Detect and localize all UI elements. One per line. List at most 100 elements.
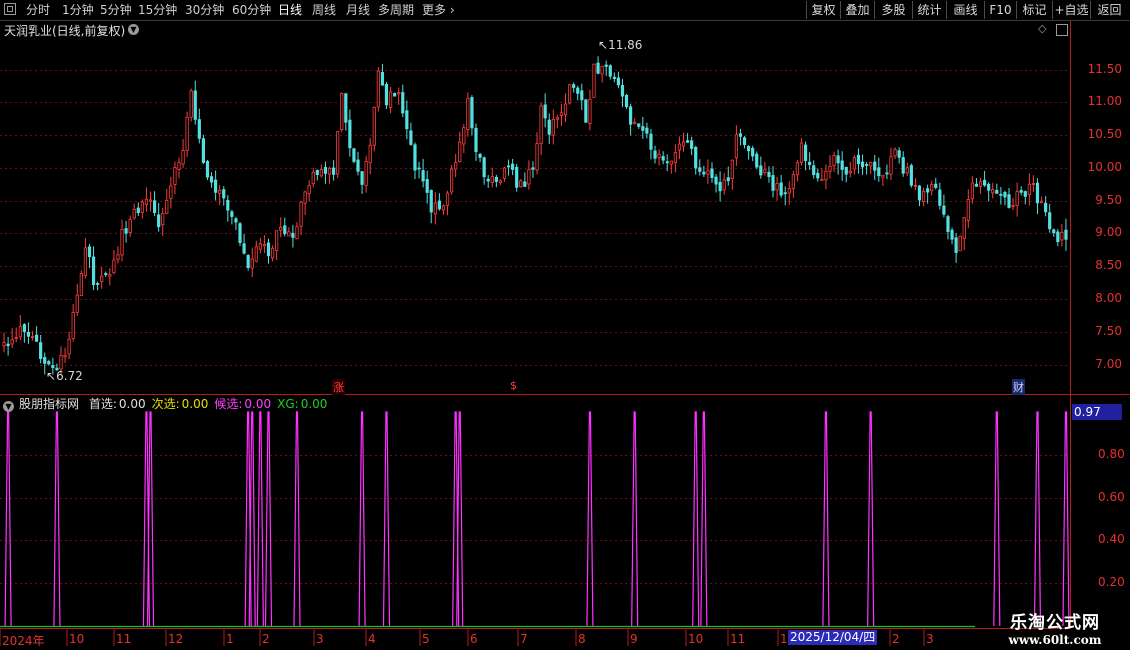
candle-body xyxy=(498,180,503,184)
candle-body xyxy=(112,259,116,274)
candle-body xyxy=(836,155,840,164)
candle-body xyxy=(775,183,779,191)
candle-body xyxy=(783,192,787,195)
indicator-axis-label: 0.40 xyxy=(1098,532,1125,547)
date-label: 2024年 xyxy=(2,634,45,648)
candle-body xyxy=(433,202,437,215)
candle-body xyxy=(734,134,739,159)
candle-body xyxy=(934,183,938,188)
candle-body xyxy=(629,106,633,125)
candle-body xyxy=(779,182,783,196)
date-label: 2 xyxy=(262,632,270,646)
candle-body xyxy=(100,275,104,282)
candle-body xyxy=(393,93,397,97)
candle-body xyxy=(218,189,222,194)
date-label: 11 xyxy=(730,632,746,646)
candle-body xyxy=(458,141,462,162)
candle-body xyxy=(970,182,974,200)
price-label: 9.00 xyxy=(1095,225,1122,240)
indicator-spike xyxy=(456,411,464,627)
candle-body xyxy=(364,161,368,186)
candle-body xyxy=(559,112,564,116)
indicator-item-label: 次选: xyxy=(151,397,180,411)
indicator-title: ▼ 股朋指标网 首选: 0.00 次选: 0.00 候选: 0.00 XG: 0.00 xyxy=(0,395,1070,412)
candle-body xyxy=(938,189,942,206)
chevron-down-icon[interactable]: ▼ xyxy=(3,401,14,412)
date-label: 1 xyxy=(226,632,234,646)
candle-body xyxy=(352,148,356,162)
candle-body xyxy=(250,258,254,269)
candle-body xyxy=(466,97,470,130)
price-label: 10.00 xyxy=(1087,159,1122,174)
candle-body xyxy=(954,237,958,253)
date-label: 9 xyxy=(630,632,638,646)
indicator-spike xyxy=(586,411,594,627)
candle-body xyxy=(637,123,641,127)
candle-body xyxy=(1031,183,1036,185)
candle-body xyxy=(926,188,930,193)
candle-body xyxy=(336,131,340,175)
candle-body xyxy=(368,144,372,164)
price-label: 9.50 xyxy=(1095,192,1122,207)
candle-body xyxy=(323,166,328,174)
date-label: 10 xyxy=(69,632,85,646)
candle-body xyxy=(51,365,55,369)
candle-body xyxy=(193,90,197,120)
candle-body xyxy=(311,171,315,185)
candle-body xyxy=(531,167,535,170)
candle-body xyxy=(388,91,393,108)
marker-cai[interactable]: 财 xyxy=(1012,379,1025,395)
date-label: 6 xyxy=(470,632,478,646)
candle-body xyxy=(124,228,128,234)
candle-body xyxy=(449,168,454,193)
low-label: 6.72 xyxy=(56,369,83,383)
candle-body xyxy=(283,225,287,235)
candle-body xyxy=(380,72,385,86)
candle-body xyxy=(824,170,828,181)
candle-body xyxy=(685,140,690,143)
candle-body xyxy=(608,65,612,77)
candle-body xyxy=(840,160,844,170)
candle-body xyxy=(917,185,922,201)
marker-zhang[interactable]: 涨 xyxy=(332,379,345,395)
indicator-spike xyxy=(264,411,273,627)
candle-body xyxy=(197,119,201,139)
candle-body xyxy=(763,169,767,173)
candle-body xyxy=(820,178,824,181)
candle-body xyxy=(120,229,124,256)
candle-body xyxy=(747,146,751,152)
candle-body xyxy=(490,175,494,184)
indicator-spike xyxy=(358,411,366,627)
candle-body xyxy=(152,200,157,214)
candle-body xyxy=(454,162,458,170)
date-label: 12 xyxy=(168,632,184,646)
indicator-spike xyxy=(146,411,155,627)
candle-body xyxy=(657,153,661,158)
candle-body xyxy=(1048,212,1052,230)
candle-body xyxy=(262,244,267,247)
candle-body xyxy=(808,161,812,166)
price-label: 11.50 xyxy=(1087,61,1122,76)
candle-body xyxy=(1060,232,1064,241)
candle-body xyxy=(852,157,856,170)
candle-body xyxy=(234,218,238,223)
candle-body xyxy=(303,191,307,204)
candle-body xyxy=(848,170,852,174)
candle-body xyxy=(71,312,75,339)
candle-body xyxy=(681,141,686,147)
candle-body xyxy=(649,133,653,150)
kline-chart[interactable] xyxy=(0,0,1130,650)
low-annotation: ↖6.72 xyxy=(46,369,83,383)
candle-body xyxy=(242,243,246,254)
marker-dollar[interactable]: $ xyxy=(510,379,517,392)
candle-body xyxy=(962,217,966,239)
candle-body xyxy=(474,127,478,153)
candle-body xyxy=(1052,229,1056,234)
candle-body xyxy=(1064,229,1068,240)
candle-body xyxy=(1003,191,1007,198)
candle-body xyxy=(946,216,950,232)
candle-body xyxy=(409,130,413,145)
candle-body xyxy=(600,65,604,75)
candle-body xyxy=(279,226,283,231)
watermark-title: 乐淘公式网 xyxy=(1010,613,1100,633)
